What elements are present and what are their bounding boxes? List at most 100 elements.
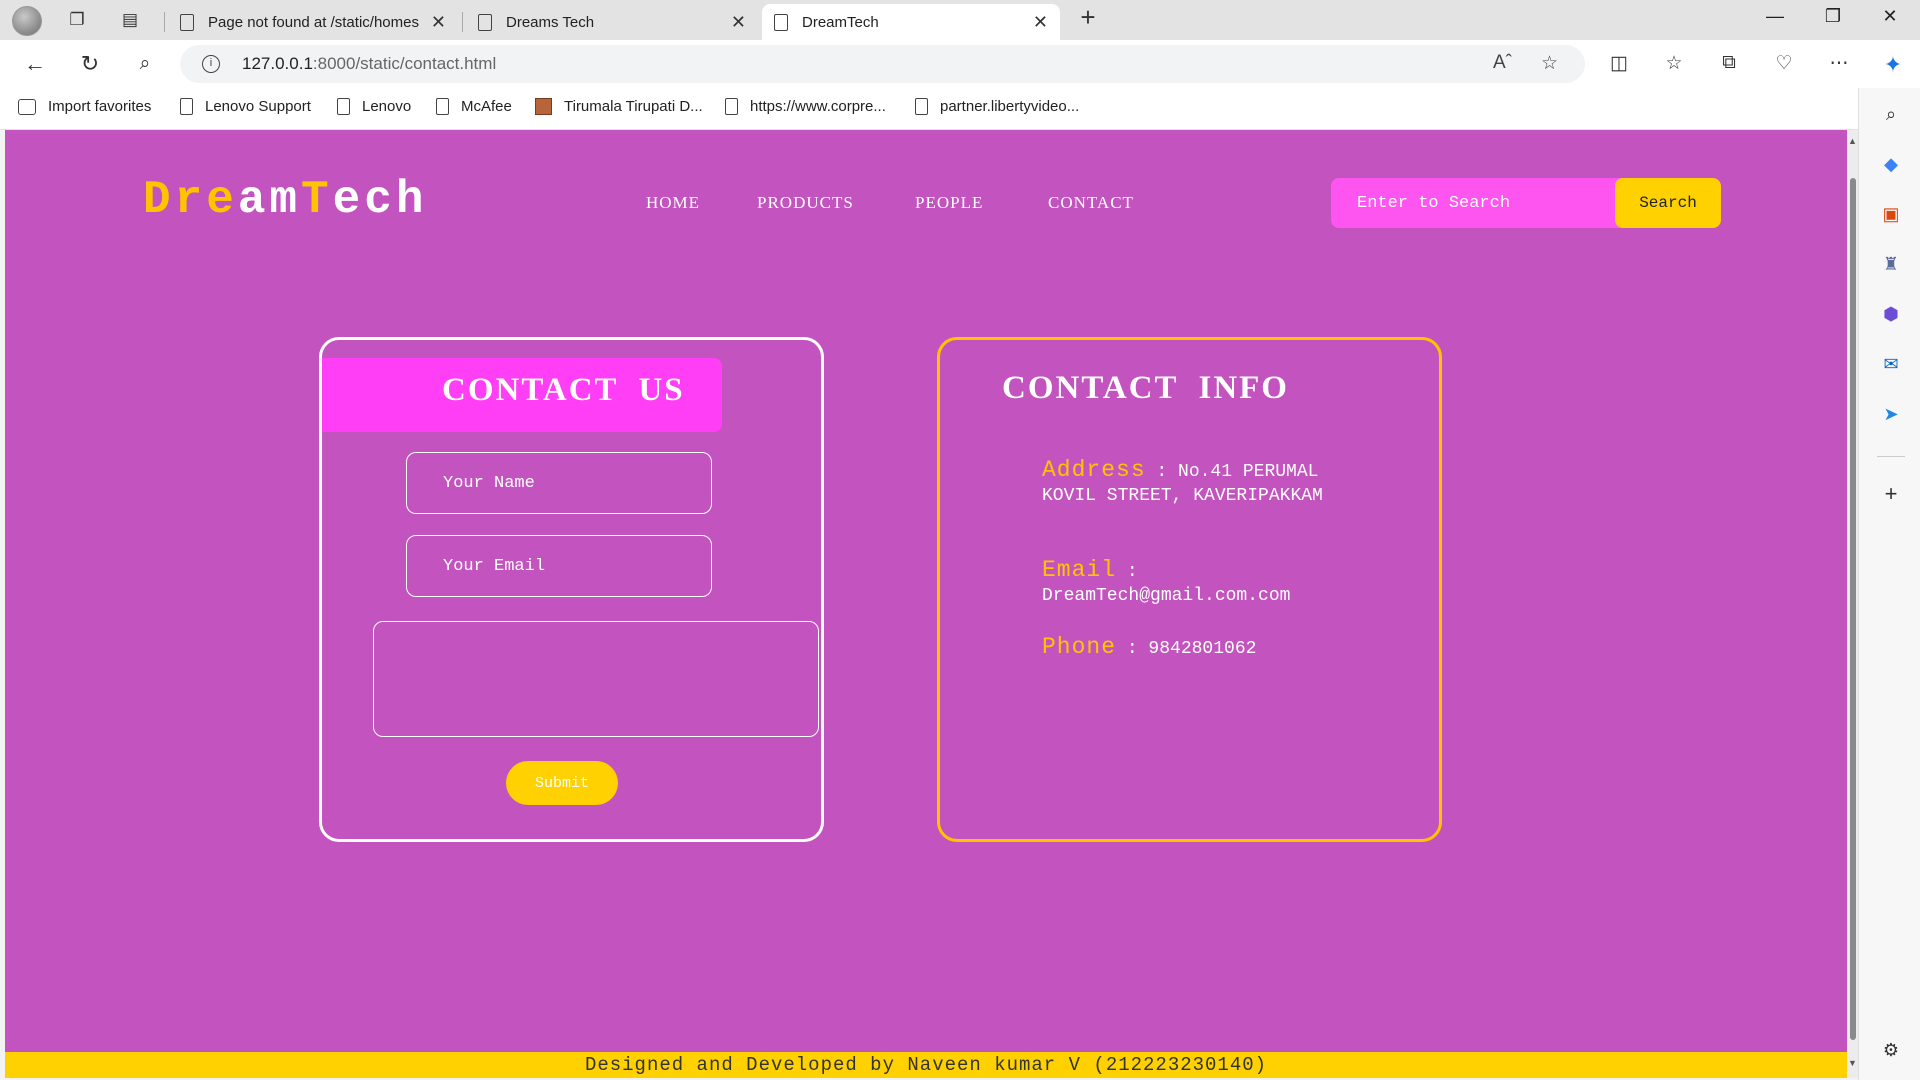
favorite-tirumala[interactable]: Tirumala Tirupati D... <box>535 98 703 115</box>
favorite-lenovo[interactable]: Lenovo <box>337 98 411 115</box>
close-icon[interactable]: ✕ <box>1033 12 1048 33</box>
scroll-down-icon[interactable]: ▼ <box>1848 1058 1857 1068</box>
send-icon[interactable]: ➤ <box>1879 402 1903 426</box>
email-field[interactable] <box>406 535 712 597</box>
nav-products[interactable]: PRODUCTS <box>757 193 854 213</box>
site-logo[interactable]: DreamTech <box>143 174 427 226</box>
search-input[interactable] <box>1331 178 1611 228</box>
shopping-tag-icon[interactable]: ◆ <box>1879 152 1903 176</box>
tab-page-not-found[interactable]: Page not found at /static/homes ✕ <box>168 4 458 40</box>
address-info: Address : No.41 PERUMAL KOVIL STREET, KA… <box>1042 458 1362 508</box>
refresh-icon[interactable]: ↻ <box>75 50 105 78</box>
outlook-icon[interactable]: ✉ <box>1879 352 1903 376</box>
search-icon[interactable]: ⌕ <box>130 50 160 78</box>
settings-gear-icon[interactable]: ⚙ <box>1879 1038 1903 1062</box>
tab-dreams-tech[interactable]: Dreams Tech ✕ <box>466 4 758 40</box>
favorite-label: partner.libertyvideo... <box>940 98 1080 115</box>
favorite-label: Lenovo Support <box>205 98 311 115</box>
message-textarea[interactable] <box>373 621 819 737</box>
add-icon[interactable]: + <box>1879 482 1903 506</box>
logo-part: T <box>301 174 333 226</box>
site-info-icon[interactable]: i <box>202 55 220 73</box>
favorite-label: Tirumala Tirupati D... <box>564 98 703 115</box>
email-label: Email <box>1042 557 1117 583</box>
page-icon <box>180 13 194 31</box>
favorite-star-icon[interactable]: ☆ <box>1541 52 1558 75</box>
scrollbar-thumb[interactable] <box>1850 178 1856 1040</box>
url-host: 127.0.0.1 <box>242 54 313 73</box>
copilot-icon[interactable]: ✦ <box>1878 52 1908 78</box>
favorite-import[interactable]: Import favorites <box>18 98 151 115</box>
contact-us-title: CONTACT US <box>442 372 685 408</box>
back-icon[interactable]: ← <box>20 50 50 78</box>
contact-us-card: CONTACT US Submit <box>319 337 824 842</box>
url-path: :8000/static/contact.html <box>312 54 497 73</box>
tab-label: Dreams Tech <box>506 13 595 31</box>
page-icon <box>915 98 928 115</box>
favorite-label: Import favorites <box>48 98 152 115</box>
tab-separator <box>462 12 463 32</box>
name-field[interactable] <box>406 452 712 514</box>
page-icon <box>337 98 350 115</box>
favorite-mcafee[interactable]: McAfee <box>436 98 512 115</box>
scroll-up-icon[interactable]: ▲ <box>1848 136 1857 146</box>
favorite-label: Lenovo <box>362 98 412 115</box>
vertical-tabs-icon[interactable]: ▤ <box>117 8 143 32</box>
search-button[interactable]: Search <box>1615 178 1721 228</box>
more-options-icon[interactable]: ⋯ <box>1824 52 1854 75</box>
split-screen-icon[interactable]: ◫ <box>1604 52 1634 75</box>
submit-button[interactable]: Submit <box>506 761 618 805</box>
favorites-icon[interactable]: ☆ <box>1659 52 1689 75</box>
browser-essentials-icon[interactable]: ♡ <box>1769 52 1799 75</box>
phone-label: Phone <box>1042 634 1117 660</box>
tab-label: Page not found at /static/homes <box>208 13 419 31</box>
page-icon <box>478 13 492 31</box>
favorite-label: https://www.corpre... <box>750 98 886 115</box>
tab-dreamtech[interactable]: DreamTech ✕ <box>762 4 1060 40</box>
window-close-icon[interactable]: ✕ <box>1870 6 1910 27</box>
email-info: Email : DreamTech@gmail.com.com <box>1042 558 1362 608</box>
office-icon[interactable]: ⬢ <box>1879 302 1903 326</box>
games-icon[interactable]: ♜ <box>1879 252 1903 276</box>
tab-separator <box>164 12 165 32</box>
nav-people[interactable]: PEOPLE <box>915 193 983 213</box>
favorites-bar: Import favorites Lenovo Support Lenovo M… <box>0 88 1920 130</box>
minimize-icon[interactable]: — <box>1755 6 1795 27</box>
sidebar-divider <box>1877 456 1905 457</box>
page-icon <box>725 98 738 115</box>
favorite-corpre[interactable]: https://www.corpre... <box>725 98 886 115</box>
close-icon[interactable]: ✕ <box>431 12 446 33</box>
workspaces-icon[interactable]: ❐ <box>64 8 90 32</box>
favorite-lenovo-support[interactable]: Lenovo Support <box>180 98 311 115</box>
url-input[interactable]: i 127.0.0.1:8000/static/contact.html Aˆ … <box>180 45 1585 83</box>
site-search: Search <box>1331 178 1721 228</box>
phone-value: : 9842801062 <box>1116 639 1257 659</box>
collections-icon[interactable]: ⧉ <box>1714 52 1744 74</box>
close-icon[interactable]: ✕ <box>731 12 746 33</box>
phone-info: Phone : 9842801062 <box>1042 635 1362 661</box>
tab-label: DreamTech <box>802 13 879 31</box>
profile-avatar[interactable] <box>12 6 42 36</box>
page-viewport: DreamTech HOME PRODUCTS PEOPLE CONTACT S… <box>5 130 1847 1078</box>
page-icon <box>436 98 449 115</box>
new-tab-button[interactable]: + <box>1075 2 1101 32</box>
search-icon[interactable]: ⌕ <box>1879 102 1903 126</box>
favorite-libertyvideo[interactable]: partner.libertyvideo... <box>915 98 1079 115</box>
address-bar-row: ← ↻ ⌕ i 127.0.0.1:8000/static/contact.ht… <box>0 40 1920 88</box>
contact-info-title: CONTACT INFO <box>1002 370 1289 406</box>
restore-icon[interactable]: ❐ <box>1813 6 1853 27</box>
nav-contact[interactable]: CONTACT <box>1048 193 1134 213</box>
nav-home[interactable]: HOME <box>646 193 700 213</box>
page-scrollbar[interactable]: ▲ ▼ <box>1847 130 1858 1078</box>
favorite-label: McAfee <box>461 98 512 115</box>
address-label: Address <box>1042 457 1146 483</box>
contact-info-card: CONTACT INFO Address : No.41 PERUMAL KOV… <box>937 337 1442 842</box>
browser-tab-bar: ❐ ▤ Page not found at /static/homes ✕ Dr… <box>0 0 1920 40</box>
tools-icon[interactable]: ▣ <box>1879 202 1903 226</box>
logo-part: D <box>143 174 175 226</box>
page-icon <box>774 13 788 31</box>
page-footer: Designed and Developed by Naveen kumar V… <box>5 1052 1847 1078</box>
edge-sidebar: ⌕ ◆ ▣ ♜ ⬢ ✉ ➤ + ⚙ <box>1858 88 1920 1080</box>
site-favicon-icon <box>535 98 552 115</box>
read-aloud-icon[interactable]: Aˆ <box>1493 52 1512 74</box>
